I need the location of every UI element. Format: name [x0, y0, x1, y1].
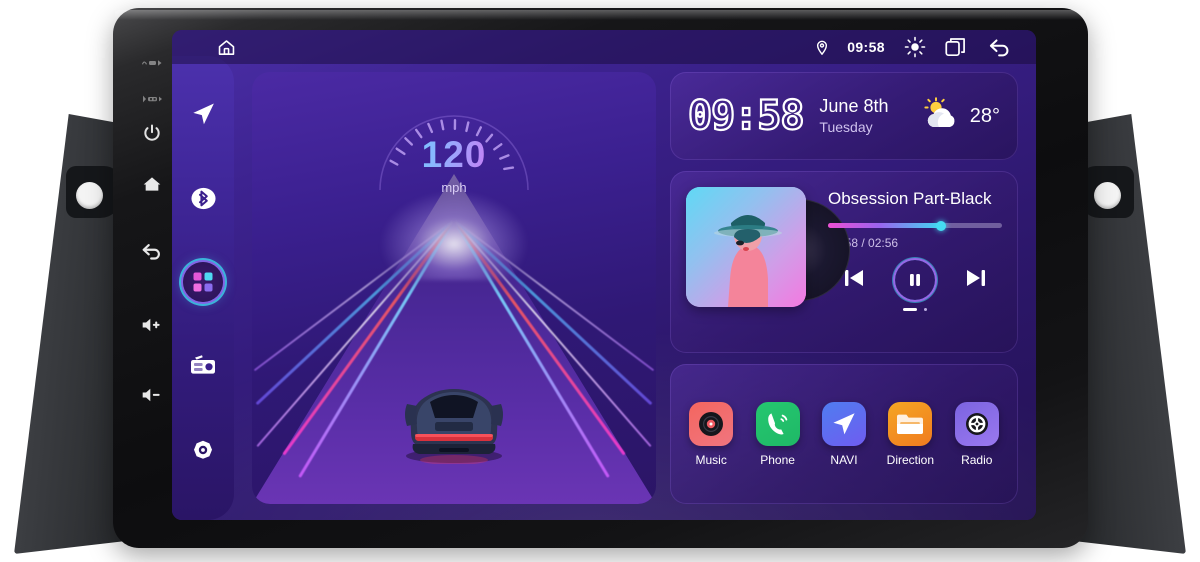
- recent-apps-icon[interactable]: [945, 37, 969, 57]
- next-track-icon[interactable]: [965, 268, 987, 293]
- location-pin-icon: [816, 40, 828, 55]
- clock-time: 09:58: [687, 93, 806, 139]
- clock-weekday: Tuesday: [819, 119, 873, 136]
- navigation-arrow-icon[interactable]: [821, 401, 866, 446]
- right-column: 09:58 June 8th Tuesday 28° Obsession Par…: [670, 72, 1018, 504]
- screenshot-stage: 09:58 120 mph 09:58 June 8th Tuesday 28°…: [0, 0, 1200, 562]
- driving-scene-panel[interactable]: 120 mph: [252, 72, 656, 504]
- sidebar-item-settings[interactable]: [183, 430, 223, 470]
- previous-track-icon[interactable]: [843, 268, 865, 293]
- dock-app-phone[interactable]: Phone: [748, 401, 808, 467]
- radio-knob-icon[interactable]: [954, 401, 999, 446]
- status-clock: 09:58: [847, 39, 885, 55]
- status-back-icon[interactable]: [988, 37, 1012, 58]
- status-bar: 09:58: [172, 30, 1036, 64]
- progress-handle[interactable]: [936, 220, 947, 231]
- clock-date: June 8th: [819, 95, 889, 116]
- speedometer: 120 mph: [366, 94, 542, 204]
- folder-icon[interactable]: [888, 401, 933, 446]
- volume-up-key[interactable]: [137, 312, 167, 338]
- sidebar-item-navigation[interactable]: [183, 94, 223, 134]
- pause-button[interactable]: [895, 260, 935, 300]
- dock-app-label: Phone: [760, 452, 795, 467]
- volume-down-key[interactable]: [137, 382, 167, 408]
- phone-handset-icon[interactable]: [755, 401, 800, 446]
- back-key[interactable]: [137, 238, 167, 264]
- partly-cloudy-icon: [920, 96, 962, 136]
- ir-sensor-indicator: [137, 50, 167, 76]
- dock-app-label: NAVI: [830, 452, 858, 467]
- music-controls-area: Obsession Part-Black 00:58 / 02:56: [828, 185, 1002, 339]
- progress-bar[interactable]: [828, 220, 1002, 231]
- dock-app-navi[interactable]: NAVI: [814, 401, 874, 467]
- speed-value: 120: [366, 134, 542, 176]
- screw-hole-left: [76, 182, 103, 209]
- speed-unit: mph: [441, 180, 467, 195]
- app-rail: [172, 56, 234, 520]
- progress-fill: [828, 223, 942, 228]
- clock-date-block: June 8th Tuesday: [819, 96, 888, 136]
- page-dot-active[interactable]: [903, 308, 917, 311]
- dock-app-radio[interactable]: Radio: [947, 401, 1007, 467]
- home-key[interactable]: [137, 171, 167, 197]
- music-vinyl-icon[interactable]: [689, 401, 734, 446]
- weather-block: 28°: [920, 96, 1000, 136]
- sidebar-item-radio[interactable]: [183, 346, 223, 386]
- microphone-indicator: [137, 86, 167, 112]
- head-unit-body: 09:58 120 mph 09:58 June 8th Tuesday 28°…: [113, 8, 1088, 548]
- app-dock: Music Phone NAVI Direction Radio: [670, 364, 1018, 504]
- sidebar-item-bluetooth[interactable]: [183, 178, 223, 218]
- transport-controls: [828, 260, 1002, 300]
- temperature-value: 28°: [969, 104, 1000, 127]
- dock-app-label: Music: [695, 452, 727, 467]
- sidebar-item-all-apps[interactable]: [183, 262, 223, 302]
- page-indicator: [828, 308, 1002, 311]
- dock-app-label: Direction: [886, 452, 935, 467]
- status-right-group: 09:58: [816, 36, 1012, 58]
- car-graphic: [389, 372, 519, 465]
- bezel-key-column: [113, 16, 173, 516]
- album-art[interactable]: [686, 187, 806, 307]
- power-key[interactable]: [137, 120, 167, 146]
- dock-app-music[interactable]: Music: [681, 401, 741, 467]
- screw-hole-right: [1094, 182, 1121, 209]
- page-dot[interactable]: [924, 308, 927, 311]
- track-time: 00:58 / 02:56: [828, 236, 899, 250]
- dock-app-direction[interactable]: Direction: [880, 401, 940, 467]
- touchscreen[interactable]: 09:58 120 mph 09:58 June 8th Tuesday 28°…: [172, 30, 1036, 520]
- album-art-wrap: [686, 187, 850, 313]
- status-home-icon[interactable]: [216, 38, 237, 57]
- track-title: Obsession Part-Black: [828, 189, 992, 208]
- music-player-widget[interactable]: Obsession Part-Black 00:58 / 02:56: [670, 171, 1018, 353]
- brightness-sun-icon[interactable]: [904, 36, 926, 58]
- dock-app-label: Radio: [961, 452, 993, 467]
- clock-weather-widget[interactable]: 09:58 June 8th Tuesday 28°: [670, 72, 1018, 160]
